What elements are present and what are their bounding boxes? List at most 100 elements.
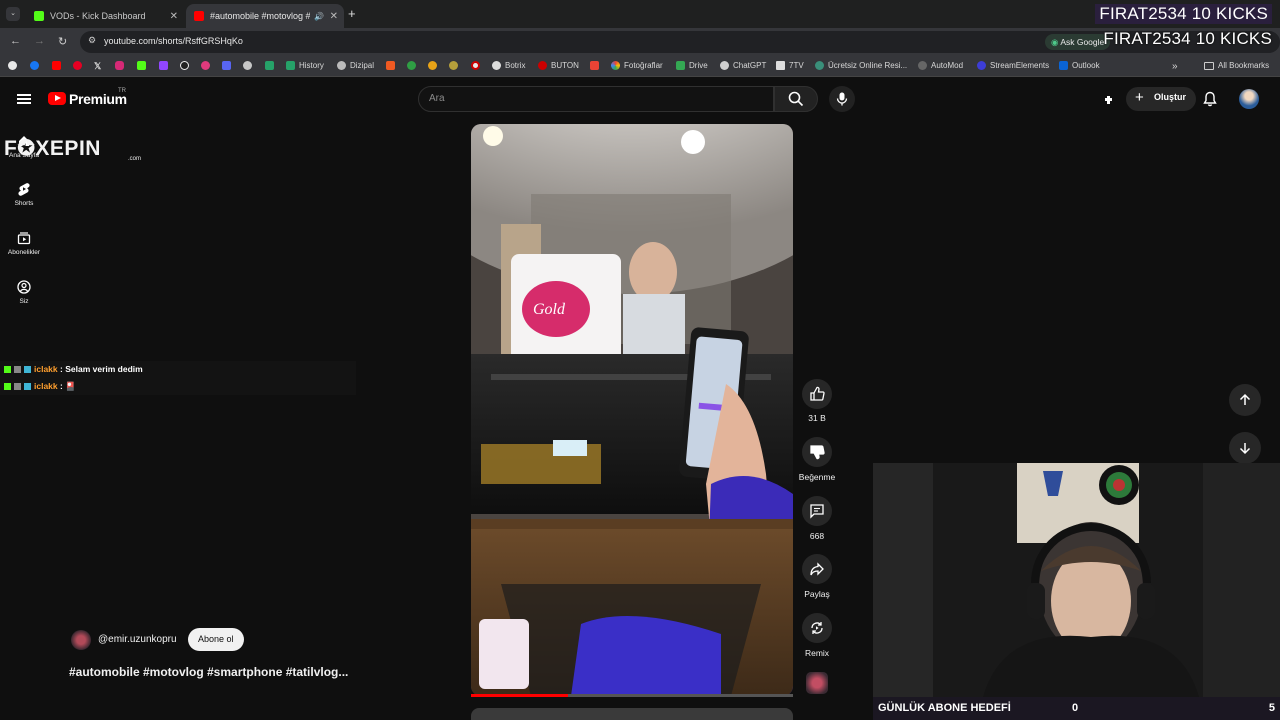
nav-shorts[interactable]: Shorts (0, 182, 48, 207)
site-info-icon[interactable]: ⚙ (88, 35, 96, 46)
bookmark-streamelements[interactable]: StreamElements (977, 61, 1049, 70)
channel-avatar[interactable] (71, 630, 91, 650)
ask-google-button[interactable]: ◉ Ask Google (1045, 34, 1111, 50)
avatar[interactable] (1239, 89, 1259, 109)
bookmark-label: ChatGPT (733, 61, 767, 70)
back-icon[interactable]: ← (10, 35, 21, 47)
tab-search-button[interactable]: ⌄ (6, 7, 20, 21)
bookmark-gmail[interactable] (590, 61, 603, 70)
bookmark-icon-pinterest[interactable] (73, 61, 86, 70)
bookmark-label: History (299, 61, 324, 70)
you-icon (17, 280, 31, 294)
search-input[interactable]: Ara (418, 86, 774, 112)
nav-label: Shorts (14, 200, 34, 207)
arrow-up-icon (1239, 393, 1251, 405)
subscriptions-icon (17, 232, 31, 245)
bookmark-automod[interactable]: AutoMod (918, 61, 963, 70)
bookmark-icon-instagram[interactable] (115, 61, 128, 70)
bookmark-icon-misc[interactable] (243, 61, 256, 70)
region-code: TR (118, 88, 126, 94)
bookmark-icon-youtube[interactable] (52, 61, 65, 70)
notifications-icon[interactable] (1203, 91, 1217, 112)
bookmark-icon-misc[interactable] (449, 61, 462, 70)
extension-icon[interactable] (1103, 93, 1116, 106)
like-button[interactable] (802, 379, 832, 409)
bookmark-icon-misc[interactable] (201, 61, 214, 70)
bookmark-label: Botrix (505, 61, 526, 70)
nav-subscriptions[interactable]: Abonelikler (0, 231, 48, 256)
tab-kick-dashboard[interactable]: VODs - Kick Dashboard ✕ (26, 4, 184, 28)
bookmark-resim[interactable]: Ücretsiz Online Resi... (815, 61, 907, 70)
share-button[interactable] (802, 554, 832, 584)
bookmarks-overflow-icon[interactable]: » (1172, 61, 1178, 72)
previous-short-button[interactable] (1229, 384, 1261, 416)
address-bar[interactable]: ⚙ youtube.com/shorts/RsffGRSHqKo ◉ Ask G… (80, 31, 1280, 53)
tab-title: #automobile #motovlog #... (210, 11, 310, 21)
bookmark-icon-misc[interactable] (222, 61, 235, 70)
bookmark-label: Ücretsiz Online Resi... (828, 61, 908, 70)
bookmark-icon-kick[interactable] (137, 61, 150, 70)
bookmark-icon-twitch[interactable] (159, 61, 172, 70)
kick-badge-icon (4, 383, 11, 390)
bookmark-buton[interactable]: BUTON (538, 61, 579, 70)
subscribe-button[interactable]: Abone ol (188, 628, 244, 651)
bookmark-chatgpt[interactable]: ChatGPT (720, 61, 766, 70)
speaker-icon[interactable]: 🔊 (314, 12, 324, 21)
bookmark-label: BUTON (551, 61, 579, 70)
remix-icon (811, 622, 823, 634)
video-caption[interactable]: #automobile #motovlog #smartphone #tatil… (69, 665, 348, 679)
reload-icon[interactable]: ↻ (58, 35, 67, 48)
kick-icon (34, 11, 44, 21)
bookmark-7tv[interactable]: 7TV (776, 61, 804, 70)
voice-search-button[interactable] (829, 86, 855, 112)
nav-you[interactable]: Siz (0, 280, 48, 305)
menu-icon[interactable] (17, 94, 31, 104)
channel-name[interactable]: @emir.uzunkopru (98, 634, 177, 645)
tab-youtube-short[interactable]: #automobile #motovlog #... 🔊 ✕ (186, 4, 344, 28)
bookmark-icon-misc[interactable] (265, 61, 278, 70)
search-icon (788, 91, 804, 107)
comments-button[interactable] (802, 496, 832, 526)
bookmark-icon-x[interactable]: 𝕏 (94, 61, 101, 72)
youtube-header: Premium TR Ara + Oluştur (0, 78, 1280, 120)
close-tab-icon[interactable]: ✕ (170, 11, 178, 22)
new-tab-button[interactable]: + (348, 6, 356, 21)
youtube-icon (194, 11, 204, 21)
youtube-logo-icon[interactable] (48, 92, 66, 105)
bookmark-icon-misc[interactable] (407, 61, 420, 70)
share-label: Paylaş (804, 589, 830, 599)
next-short-button[interactable] (1229, 432, 1261, 464)
bookmark-icon-google[interactable] (8, 61, 21, 70)
video-progress-bar[interactable] (471, 694, 793, 697)
bookmark-icon-misc[interactable] (428, 61, 441, 70)
bookmark-label: 7TV (789, 61, 804, 70)
bookmark-label: AutoMod (931, 61, 964, 70)
bookmark-history[interactable]: History (286, 61, 324, 70)
dislike-button[interactable] (802, 437, 832, 467)
bookmark-outlook[interactable]: Outlook (1059, 61, 1100, 70)
remix-label: Remix (804, 648, 830, 658)
bookmark-icon-facebook[interactable] (30, 61, 43, 70)
create-button[interactable]: + Oluştur (1126, 87, 1197, 111)
folder-icon (1204, 61, 1214, 70)
bookmark-icon-tiktok[interactable] (180, 61, 193, 70)
nav-label: Siz (19, 298, 29, 305)
subscriber-badge-icon (24, 383, 31, 390)
sound-source-thumbnail[interactable] (806, 672, 828, 694)
bookmark-drive[interactable]: Drive (676, 61, 708, 70)
forward-icon[interactable]: → (34, 35, 45, 47)
bookmark-dizipal[interactable]: Dizipal (337, 61, 374, 70)
shorts-video-player[interactable]: Gold (471, 124, 793, 696)
all-bookmarks[interactable]: All Bookmarks (1204, 61, 1269, 70)
goal-target: 5 (1268, 702, 1275, 714)
bookmark-botrix[interactable]: Botrix (492, 61, 525, 70)
bookmark-photos[interactable]: Fotoğraflar (611, 61, 663, 70)
search-button[interactable] (774, 86, 818, 112)
bookmark-icon-misc[interactable] (471, 61, 484, 70)
ask-google-label: Ask Google (1060, 37, 1105, 47)
bookmark-icon-misc[interactable] (386, 61, 399, 70)
close-tab-icon[interactable]: ✕ (330, 11, 338, 22)
thumbs-up-icon (810, 386, 825, 401)
remix-button[interactable] (802, 613, 832, 643)
next-short-preview[interactable] (471, 708, 793, 720)
